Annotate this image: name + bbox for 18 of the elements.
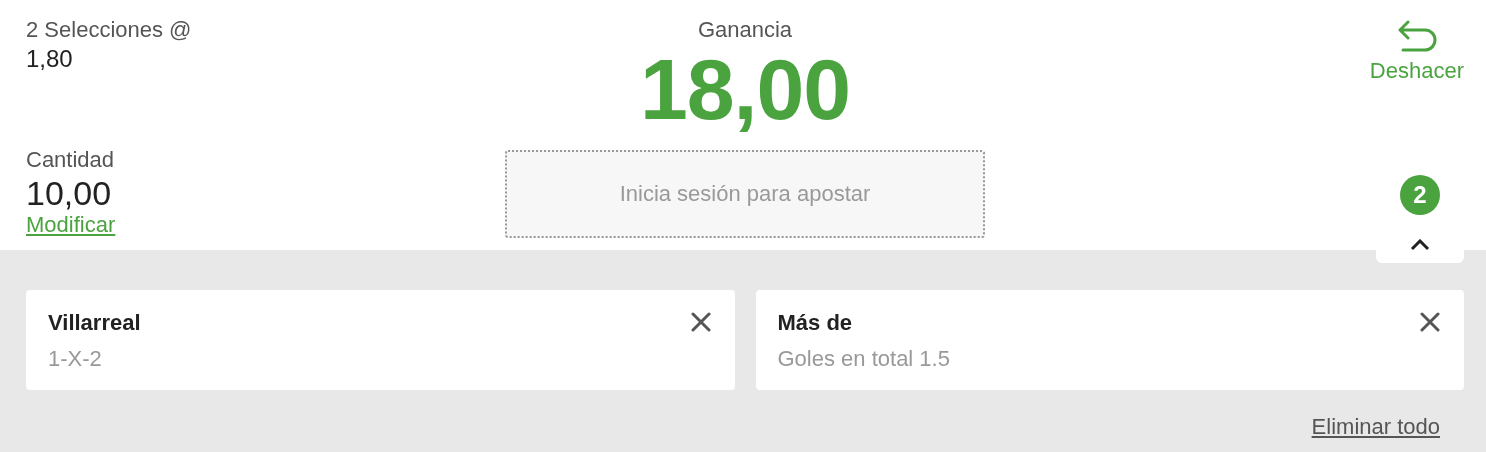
undo-button[interactable]: Deshacer xyxy=(1369,20,1464,84)
remove-all-link[interactable]: Eliminar todo xyxy=(1311,414,1440,440)
undo-icon xyxy=(1396,20,1437,54)
close-icon xyxy=(1420,312,1440,332)
selections-count: 2 Selecciones @ xyxy=(26,16,192,44)
combined-odds: 1,80 xyxy=(26,44,73,74)
close-icon xyxy=(690,312,711,332)
stake-amount: 10,00 xyxy=(26,174,112,212)
stake-label: Cantidad xyxy=(26,146,115,174)
winnings-label: Ganancia xyxy=(697,16,793,44)
selection-market: 1-X-2 xyxy=(48,345,102,373)
modify-link[interactable]: Modificar xyxy=(26,212,116,238)
chevron-icon xyxy=(1410,239,1430,251)
selection-count-badge: 2 xyxy=(1400,175,1440,215)
winnings-amount: 18,00 xyxy=(639,44,851,134)
selection-title: Villarreal xyxy=(48,310,141,336)
selection-market: Goles en total 1.5 xyxy=(777,345,950,373)
selection-title: Más de xyxy=(777,310,853,336)
